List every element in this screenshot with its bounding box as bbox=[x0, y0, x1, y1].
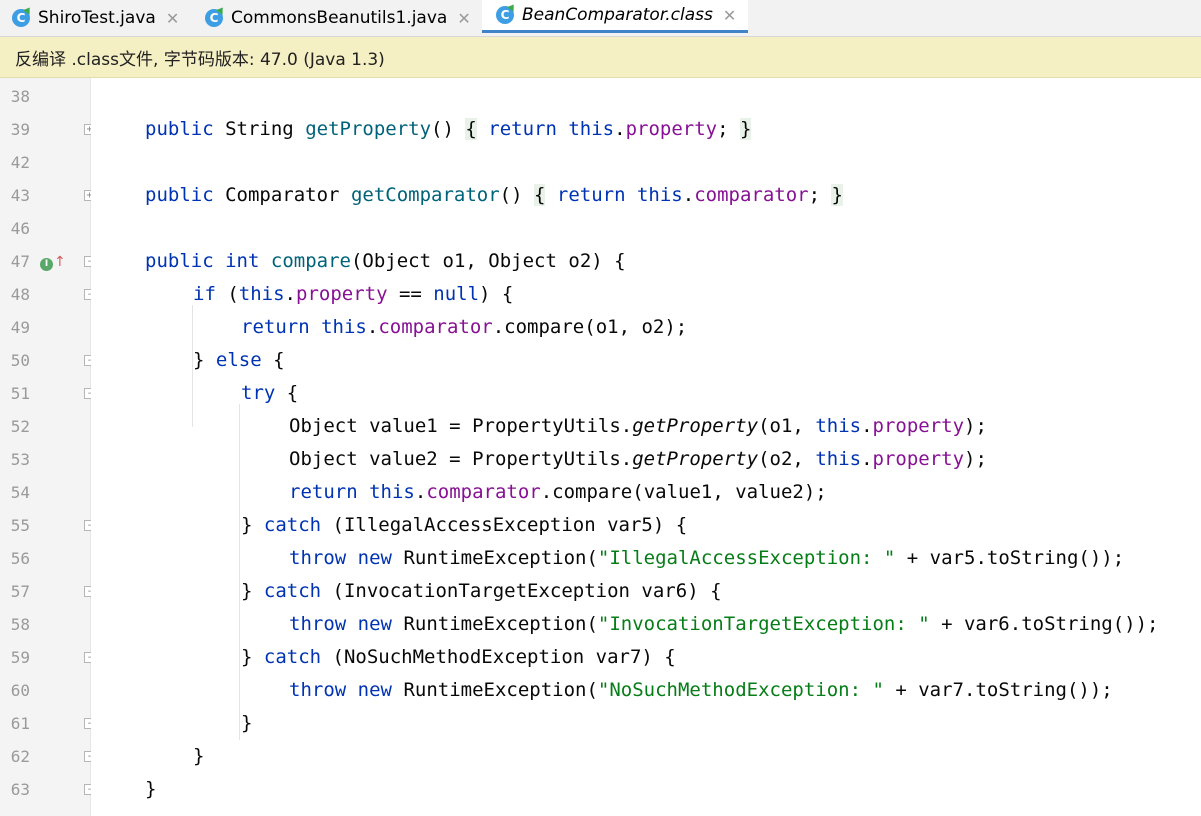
tab-commonsbeanutils1[interactable]: C CommonsBeanutils1.java ✕ bbox=[205, 0, 475, 36]
line-number: 48 bbox=[10, 285, 30, 304]
code-line: } bbox=[241, 712, 253, 734]
code-line: } catch (IllegalAccessException var5) { bbox=[241, 514, 688, 536]
line-number: 51 bbox=[10, 384, 30, 403]
line-number: 43 bbox=[10, 186, 30, 205]
line-number: 47 bbox=[10, 252, 30, 271]
banner-text: 反编译 .class文件, 字节码版本: 47.0 (Java 1.3) bbox=[15, 49, 385, 70]
line-number: 63 bbox=[10, 780, 30, 799]
class-icon: C bbox=[205, 9, 223, 27]
code-line: public Comparator getComparator() { retu… bbox=[145, 184, 843, 206]
tab-beancomparator[interactable]: C BeanComparator.class ✕ bbox=[482, 0, 748, 33]
line-number: 54 bbox=[10, 483, 30, 502]
indent-guide bbox=[239, 410, 240, 740]
close-icon[interactable]: ✕ bbox=[166, 9, 179, 28]
line-number: 60 bbox=[10, 681, 30, 700]
code-line: } bbox=[145, 778, 157, 800]
line-number: 56 bbox=[10, 549, 30, 568]
code-line: throw new RuntimeException("InvocationTa… bbox=[289, 613, 1159, 635]
line-number: 52 bbox=[10, 417, 30, 436]
code-line: throw new RuntimeException("IllegalAcces… bbox=[289, 547, 1125, 569]
code-line: return this.comparator.compare(o1, o2); bbox=[241, 316, 688, 338]
line-number: 50 bbox=[10, 351, 30, 370]
tab-label: ShiroTest.java bbox=[38, 8, 156, 28]
code-line: throw new RuntimeException("NoSuchMethod… bbox=[289, 679, 1113, 701]
line-number: 39 bbox=[10, 120, 30, 139]
editor-tab-bar: C ShiroTest.java ✕ C CommonsBeanutils1.j… bbox=[0, 0, 1201, 37]
line-number: 61 bbox=[10, 714, 30, 733]
implements-method-marker[interactable]: I ↑ bbox=[40, 254, 66, 271]
line-number: 59 bbox=[10, 648, 30, 667]
line-number: 38 bbox=[10, 87, 30, 106]
line-number: 49 bbox=[10, 318, 30, 337]
tab-shirotest[interactable]: C ShiroTest.java ✕ bbox=[12, 0, 192, 36]
code-line: try { bbox=[241, 382, 299, 404]
editor-gutter: 38 39 42 43 46 47 48 49 50 51 52 53 54 5… bbox=[0, 78, 95, 816]
code-line: } catch (NoSuchMethodException var7) { bbox=[241, 646, 676, 668]
code-line: if (this.property == null) { bbox=[193, 283, 514, 305]
line-number: 46 bbox=[10, 219, 30, 238]
line-number: 42 bbox=[10, 153, 30, 172]
code-editor[interactable]: public String getProperty() { return thi… bbox=[91, 78, 1201, 816]
code-line: } catch (InvocationTargetException var6)… bbox=[241, 580, 722, 602]
code-line: public String getProperty() { return thi… bbox=[145, 118, 752, 140]
up-arrow-icon: ↑ bbox=[54, 254, 66, 270]
close-icon[interactable]: ✕ bbox=[723, 6, 736, 25]
class-icon: C bbox=[12, 9, 30, 27]
code-line: } else { bbox=[193, 349, 285, 371]
tab-label: BeanComparator.class bbox=[522, 5, 713, 25]
line-number: 55 bbox=[10, 516, 30, 535]
decompiled-notice-banner: 反编译 .class文件, 字节码版本: 47.0 (Java 1.3) bbox=[0, 37, 1201, 78]
code-line: return this.comparator.compare(value1, v… bbox=[289, 481, 827, 503]
class-icon: C bbox=[496, 6, 514, 24]
line-number: 57 bbox=[10, 582, 30, 601]
close-icon[interactable]: ✕ bbox=[457, 9, 470, 28]
tab-label: CommonsBeanutils1.java bbox=[231, 8, 448, 28]
code-line: Object value1 = PropertyUtils.getPropert… bbox=[289, 415, 987, 437]
line-number: 62 bbox=[10, 747, 30, 766]
code-line: Object value2 = PropertyUtils.getPropert… bbox=[289, 448, 987, 470]
interface-implementation-icon: I bbox=[40, 258, 53, 271]
code-line: } bbox=[193, 745, 205, 767]
code-line: public int compare(Object o1, Object o2)… bbox=[145, 250, 626, 272]
line-number: 53 bbox=[10, 450, 30, 469]
line-number: 58 bbox=[10, 615, 30, 634]
